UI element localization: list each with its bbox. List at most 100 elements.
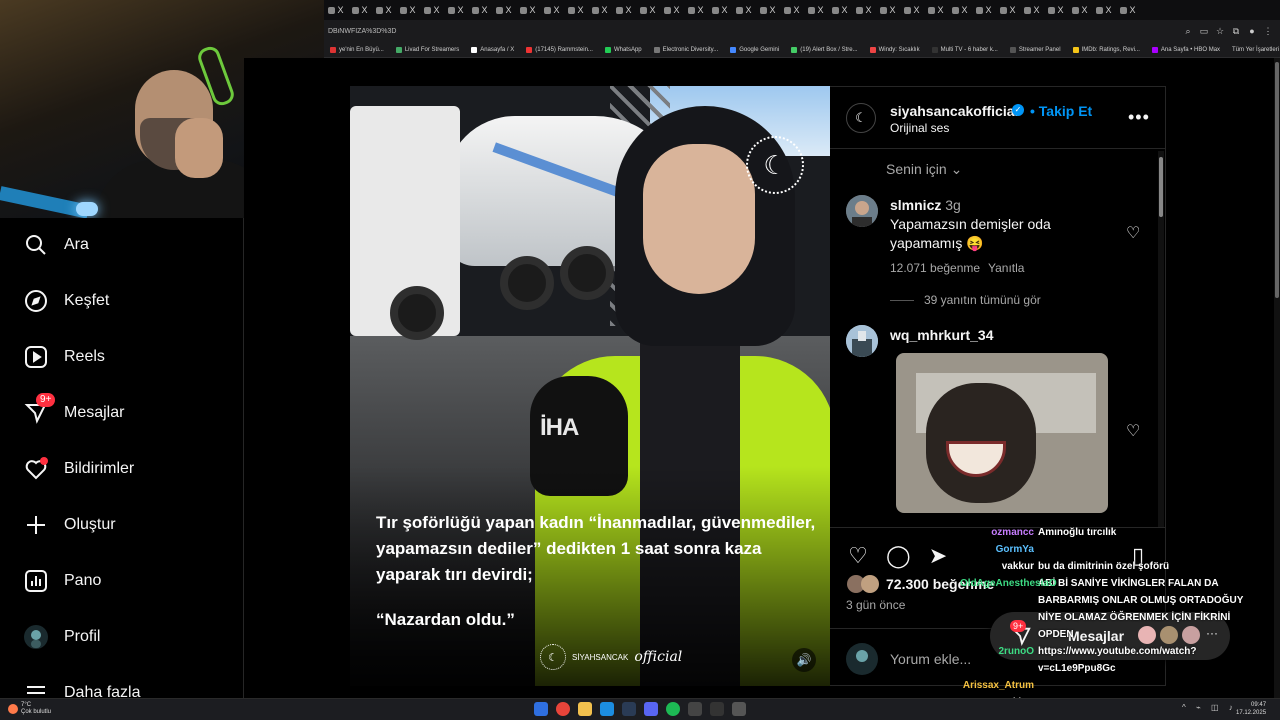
browser-tab[interactable]: X	[804, 0, 828, 20]
more-options-icon[interactable]: •••	[1128, 107, 1150, 128]
browser-tab[interactable]: X	[660, 0, 684, 20]
extensions-icon[interactable]: ⧉	[1228, 26, 1244, 37]
chat-username[interactable]: Arissax_Atrum	[960, 677, 1038, 694]
bookmark-item[interactable]: Livad For Streamers	[390, 46, 465, 53]
browser-tab[interactable]: X	[708, 0, 732, 20]
browser-tab[interactable]: X	[588, 0, 612, 20]
steam-icon[interactable]	[622, 702, 636, 716]
bookmark-item[interactable]: IMDb: Ratings, Revi...	[1067, 46, 1146, 53]
share-icon[interactable]: ➤	[926, 544, 950, 568]
bookmark-item[interactable]: (17145) Rammstein...	[520, 46, 599, 53]
sidebar-item-dashboard[interactable]: Pano	[24, 566, 101, 596]
bookmark-item[interactable]: WhatsApp	[599, 46, 648, 53]
comment-sort-dropdown[interactable]: Senin için ⌄	[886, 161, 962, 178]
cast-icon[interactable]: ▭	[1196, 26, 1212, 37]
bookmark-item[interactable]: (19) Alert Box / Stre...	[785, 46, 863, 53]
chat-username[interactable]: ozmancc	[960, 524, 1038, 541]
browser-tab[interactable]: X	[468, 0, 492, 20]
browser-tab[interactable]: X	[1116, 0, 1140, 20]
bookmark-item[interactable]: Streamer Panel	[1004, 46, 1067, 53]
system-clock[interactable]: 09:47 17.12.2025	[1236, 701, 1266, 717]
browser-tab[interactable]: X	[324, 0, 348, 20]
weather-widget[interactable]: 7°C Çok bulutlu	[8, 702, 51, 716]
browser-tab[interactable]: X	[1020, 0, 1044, 20]
browser-tab[interactable]: X	[924, 0, 948, 20]
like-comment-icon[interactable]: ♡	[1126, 223, 1140, 243]
browser-tab[interactable]: X	[684, 0, 708, 20]
sidebar-item-reels[interactable]: Reels	[24, 342, 105, 372]
browser-tab[interactable]: X	[876, 0, 900, 20]
sidebar-item-create[interactable]: Oluştur	[24, 510, 116, 540]
comment-username[interactable]: slmnicz 3g	[890, 197, 961, 213]
commenter-avatar[interactable]	[846, 325, 878, 357]
browser-tab[interactable]: X	[348, 0, 372, 20]
reply-button[interactable]: Yanıtla	[988, 261, 1024, 275]
reel-video[interactable]: İHA ☾ Tır şoförlüğü yapan kadın “İnanmad…	[350, 86, 830, 686]
browser-tab[interactable]: X	[996, 0, 1020, 20]
browser-tab[interactable]: X	[732, 0, 756, 20]
browser-tab[interactable]: X	[1092, 0, 1116, 20]
bookmark-item[interactable]: Anasayfa / X	[465, 46, 520, 53]
account-username[interactable]: siyahsancakofficial	[890, 103, 1018, 119]
app-icon[interactable]	[600, 702, 614, 716]
app-icon[interactable]	[688, 702, 702, 716]
chrome-icon[interactable]	[556, 702, 570, 716]
chimpanzee-gif[interactable]	[896, 353, 1108, 513]
chat-username[interactable]: 2runoO	[960, 643, 1038, 677]
commenter-avatar[interactable]	[846, 195, 878, 227]
address-bar[interactable]: DBiNWFIZA%3D%3D ⌕ ▭ ☆ ⧉ ● ⋮	[324, 20, 1280, 42]
browser-tab[interactable]: X	[1068, 0, 1092, 20]
audio-label[interactable]: Orijinal ses	[890, 121, 949, 135]
bookmark-item[interactable]: Ana Sayfa • HBO Max	[1146, 46, 1226, 53]
browser-tab[interactable]: X	[444, 0, 468, 20]
sidebar-item-profile[interactable]: Profil	[24, 622, 100, 652]
browser-tab[interactable]: X	[900, 0, 924, 20]
chat-username[interactable]: OldAgeAnesthesiaO	[960, 575, 1057, 592]
view-replies-link[interactable]: 39 yanıtın tümünü gör	[890, 293, 1041, 307]
browser-tab[interactable]: X	[564, 0, 588, 20]
sidebar-item-search[interactable]: Ara	[24, 230, 89, 260]
bookmark-item[interactable]: Windy: Sıcaklık	[864, 46, 926, 53]
comment-icon[interactable]: ◯	[886, 544, 911, 568]
browser-tab[interactable]: X	[972, 0, 996, 20]
comments-scrollbar[interactable]	[1158, 151, 1164, 527]
volume-icon[interactable]: 🔊	[792, 648, 816, 672]
browser-tab[interactable]: X	[852, 0, 876, 20]
comment-username[interactable]: wq_mhrkurt_34	[890, 327, 993, 343]
chat-username[interactable]: GormYa	[960, 541, 1038, 558]
discord-icon[interactable]	[644, 702, 658, 716]
sidebar-item-explore[interactable]: Keşfet	[24, 286, 109, 316]
browser-tab[interactable]: X	[828, 0, 852, 20]
account-avatar[interactable]: ☾	[846, 103, 876, 133]
url-text[interactable]: DBiNWFIZA%3D%3D	[328, 28, 1180, 35]
like-icon[interactable]: ♡	[846, 544, 870, 568]
search-icon[interactable]: ⌕	[1180, 26, 1196, 37]
browser-tab[interactable]: X	[420, 0, 444, 20]
browser-tab[interactable]: X	[756, 0, 780, 20]
browser-tab[interactable]: X	[492, 0, 516, 20]
all-bookmarks-folder[interactable]: Tüm Yer İşaretleri	[1226, 47, 1280, 53]
comment-likes[interactable]: 12.071 beğenme	[890, 261, 980, 275]
app-icon[interactable]	[732, 702, 746, 716]
follow-button[interactable]: • Takip Et	[1030, 103, 1092, 119]
start-icon[interactable]	[534, 702, 548, 716]
system-tray[interactable]: ^ ⌁ ◫ ♪	[1182, 703, 1237, 712]
browser-tab[interactable]: X	[612, 0, 636, 20]
browser-tab[interactable]: X	[948, 0, 972, 20]
star-icon[interactable]: ☆	[1212, 26, 1228, 37]
spotify-icon[interactable]	[666, 702, 680, 716]
browser-tab[interactable]: X	[780, 0, 804, 20]
bookmark-item[interactable]: Multi TV - 6 haber k...	[926, 46, 1004, 53]
browser-tab[interactable]: X	[372, 0, 396, 20]
browser-tab[interactable]: X	[396, 0, 420, 20]
bookmark-item[interactable]: Electronic Diversity...	[648, 46, 725, 53]
browser-tab[interactable]: X	[1044, 0, 1068, 20]
browser-tab[interactable]: X	[636, 0, 660, 20]
app-icon[interactable]	[710, 702, 724, 716]
bookmark-item[interactable]: ye'nin En Büyü...	[324, 46, 390, 53]
file-explorer-icon[interactable]	[578, 702, 592, 716]
chat-username[interactable]: vakkur	[960, 558, 1038, 575]
menu-dots-icon[interactable]: ⋮	[1260, 26, 1276, 37]
browser-tab[interactable]: X	[540, 0, 564, 20]
sidebar-item-messages[interactable]: 9+ Mesajlar	[24, 393, 124, 428]
